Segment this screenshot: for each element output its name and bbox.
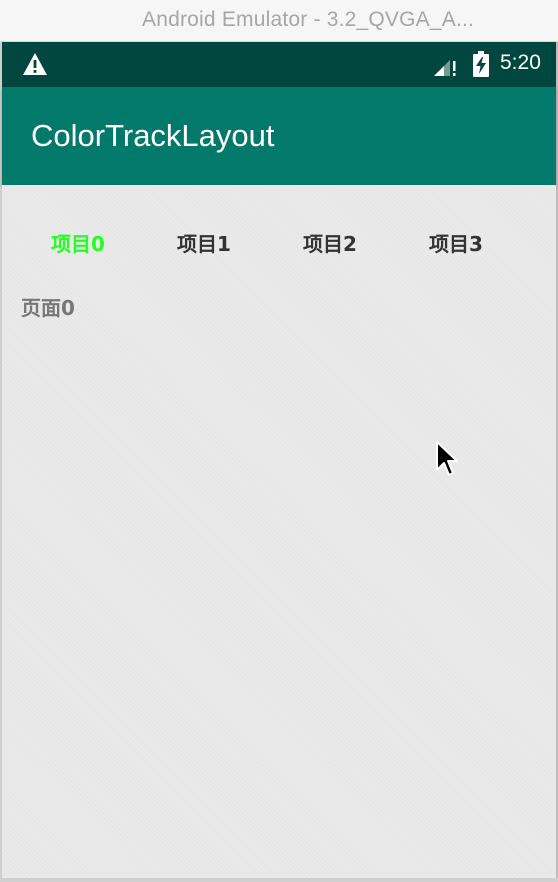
status-bar: 5:20 (2, 42, 556, 87)
window-frame-bottom (0, 878, 558, 882)
warning-icon (23, 53, 47, 75)
window-title: Android Emulator - 3.2_QVGA_A... (142, 8, 475, 31)
mouse-cursor-icon (436, 441, 458, 476)
window-titlebar: Android Emulator - 3.2_QVGA_A... (0, 0, 558, 42)
status-time: 5:20 (500, 51, 541, 74)
page-label: 页面0 (21, 296, 75, 320)
app-bar: ColorTrackLayout (2, 87, 556, 185)
content-area: 项目0 项目1 项目2 项目3 页面0 (2, 185, 556, 878)
battery-charging-icon (473, 51, 489, 77)
app-title: ColorTrackLayout (31, 118, 275, 153)
tab-item-0[interactable]: 项目0 (51, 229, 105, 259)
signal-icon (434, 60, 456, 76)
tab-item-3[interactable]: 项目3 (429, 229, 483, 259)
tab-item-2[interactable]: 项目2 (303, 229, 357, 259)
tab-item-1[interactable]: 项目1 (177, 229, 231, 259)
color-track-tabs: 项目0 项目1 项目2 项目3 (2, 229, 556, 259)
